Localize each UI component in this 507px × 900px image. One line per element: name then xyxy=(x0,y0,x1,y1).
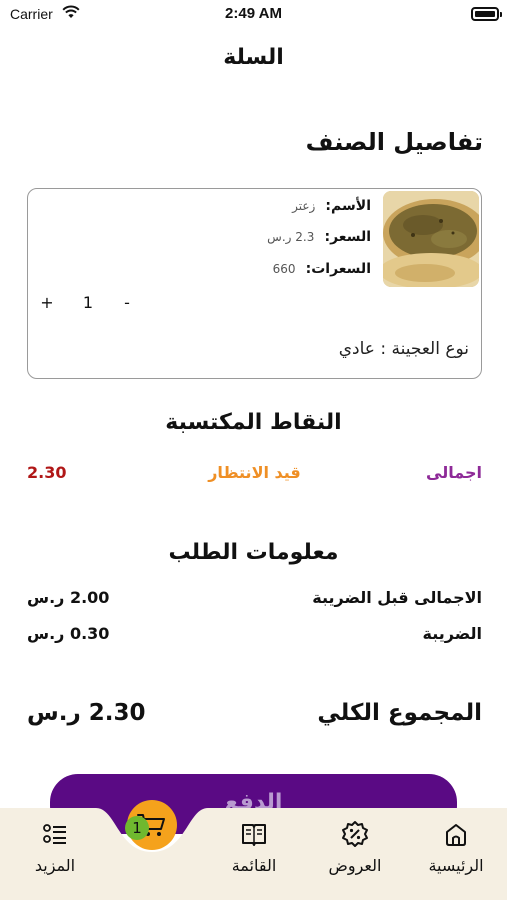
item-calories-label: السعرات: xyxy=(305,261,371,277)
points-pending-label: قيد الانتظار xyxy=(208,463,301,482)
item-details-title: تفاصيل الصنف xyxy=(305,128,483,156)
increase-quantity-button[interactable]: + xyxy=(38,293,56,312)
subtotal-row: الاجمالى قبل الضريبة 2.00 ر.س xyxy=(27,588,482,612)
grand-total-row: المجموع الكلي 2.30 ر.س xyxy=(27,700,482,732)
home-icon xyxy=(446,824,466,846)
grand-total-value: 2.30 ر.س xyxy=(27,700,146,726)
tax-label: الضريبة xyxy=(422,624,482,643)
status-bar: Carrier 2:49 AM xyxy=(0,0,507,30)
item-image xyxy=(383,191,479,287)
menu-book-icon xyxy=(242,824,266,846)
discount-badge-icon xyxy=(342,821,368,847)
item-price-row: السعر: 2.3 ر.س xyxy=(267,229,371,245)
quantity-value: 1 xyxy=(82,293,94,312)
item-price-value: 2.3 ر.س xyxy=(267,230,315,244)
item-name-row: الأسم: زعتر xyxy=(292,198,371,214)
subtotal-label: الاجمالى قبل الضريبة xyxy=(312,588,482,607)
clock: 2:49 AM xyxy=(225,5,282,22)
zaatar-manakish-photo-icon xyxy=(383,191,479,287)
dough-type: نوع العجينة : عادي xyxy=(338,339,469,359)
item-name-label: الأسم: xyxy=(325,198,371,214)
points-value: 2.30 xyxy=(27,463,67,482)
tab-menu[interactable]: القائمة xyxy=(204,808,304,900)
tab-offers-label: العروض xyxy=(328,856,382,875)
decrease-quantity-button[interactable]: - xyxy=(118,293,136,312)
tab-offers[interactable]: العروض xyxy=(305,808,405,900)
tab-menu-label: القائمة xyxy=(231,856,277,875)
tab-more-label: المزيد xyxy=(34,856,76,875)
earned-points-title: النقاط المكتسبة xyxy=(165,410,342,435)
grand-total-label: المجموع الكلي xyxy=(317,700,482,726)
bottom-tab-bar: الرئيسية العروض القائمة المزيد xyxy=(0,808,507,900)
points-row: اجمالى قيد الانتظار 2.30 xyxy=(27,463,482,487)
tax-row: الضريبة 0.30 ر.س xyxy=(27,624,482,648)
item-calories-row: السعرات: 660 xyxy=(273,261,371,277)
subtotal-value: 2.00 ر.س xyxy=(27,588,110,607)
cart-item-card: الأسم: زعتر السعر: 2.3 ر.س السعرات: 660 … xyxy=(27,188,482,379)
list-more-icon xyxy=(43,824,66,844)
item-name-value: زعتر xyxy=(292,199,316,213)
tab-home-label: الرئيسية xyxy=(428,856,484,875)
cart-count-badge: 1 xyxy=(125,816,149,840)
tax-value: 0.30 ر.س xyxy=(27,624,110,643)
item-calories-value: 660 xyxy=(272,262,296,276)
tab-home[interactable]: الرئيسية xyxy=(406,808,506,900)
item-price-label: السعر: xyxy=(324,229,371,245)
order-info-title: معلومات الطلب xyxy=(168,540,339,565)
tab-more[interactable]: المزيد xyxy=(5,808,105,900)
page-title: السلة xyxy=(223,45,284,70)
quantity-stepper: + 1 - xyxy=(38,293,134,317)
battery-icon xyxy=(471,7,502,21)
